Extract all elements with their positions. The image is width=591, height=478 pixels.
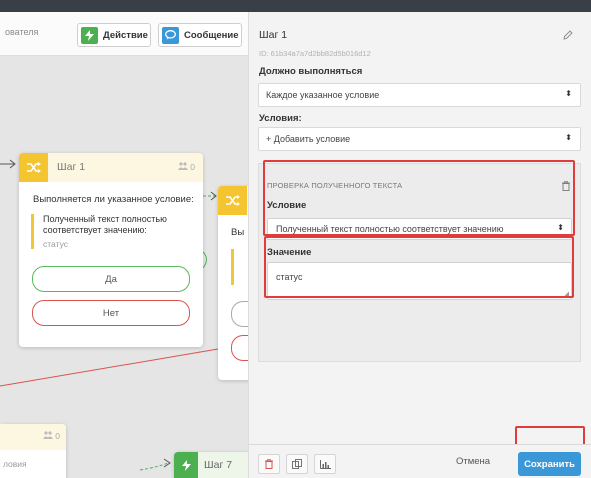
step-1-subscriber-count: 0: [177, 162, 195, 172]
shuffle-icon: [19, 153, 48, 182]
toolbar-search-text[interactable]: ователя: [5, 27, 38, 37]
step-card-bottom-left-text: ловия: [3, 459, 27, 469]
step-2-condition-bar: [231, 249, 234, 285]
must-execute-label: Должно выполняться: [259, 66, 363, 77]
no-branch-button[interactable]: Нет: [32, 300, 190, 326]
step-1-condition-value: статус: [43, 239, 68, 249]
step-1-question: Выполняется ли указанное условие:: [33, 194, 194, 205]
condition-type-select[interactable]: Полученный текст полностью соответствует…: [267, 218, 572, 240]
lightning-icon: [81, 26, 98, 44]
pencil-icon[interactable]: [563, 27, 573, 45]
users-icon: [177, 162, 188, 170]
subscriber-count: 0: [42, 431, 60, 441]
step-7-header: Шаг 7: [174, 452, 248, 478]
resize-grip-icon[interactable]: ◢: [564, 290, 569, 298]
add-condition-text: + Добавить условие: [266, 134, 351, 144]
step-1-header: Шаг 1 0: [19, 153, 203, 182]
step-2-yes-button[interactable]: [231, 301, 248, 327]
step-card-bottom-left[interactable]: 0 ловия: [0, 424, 66, 478]
lightning-icon: [174, 452, 198, 478]
value-textarea[interactable]: статус ◢: [267, 262, 572, 300]
flow-canvas[interactable]: ователя Действие Сообщение Шаг 1 0 Выпол…: [0, 12, 248, 478]
conditions-label: Условия:: [259, 113, 302, 124]
step-1-condition: Полученный текст полностью соответствует…: [31, 214, 193, 249]
bar-chart-icon: [319, 459, 331, 469]
shuffle-icon: [218, 186, 247, 215]
step-2-card[interactable]: Вы: [218, 186, 248, 380]
copy-icon: [292, 459, 302, 469]
add-message-button[interactable]: Сообщение: [158, 23, 242, 47]
select-arrows-icon: ⬍: [565, 133, 572, 142]
yes-branch-button[interactable]: Да: [32, 266, 190, 292]
copy-step-button[interactable]: [286, 454, 308, 474]
select-arrows-icon: ⬍: [565, 89, 572, 98]
step-1-condition-line-2: соответствует значению:: [43, 225, 147, 235]
step-2-no-button[interactable]: [231, 335, 248, 361]
trash-icon[interactable]: [562, 178, 570, 196]
step-settings-panel: Шаг 1 ID: 61b34a7a7d2bb82d5b016d12 Должн…: [248, 12, 591, 478]
step-card-bottom-left-header: 0: [0, 424, 66, 450]
step-2-question-fragment: Вы: [231, 227, 245, 238]
condition-type-label: Условие: [267, 200, 307, 211]
canvas-toolbar: ователя Действие Сообщение: [0, 12, 248, 56]
panel-footer: Отмена Сохранить: [249, 444, 591, 478]
condition-block-title: ПРОВЕРКА ПОЛУЧЕННОГО ТЕКСТА: [267, 181, 403, 190]
must-execute-value: Каждое указанное условие: [266, 90, 380, 100]
condition-block: ПРОВЕРКА ПОЛУЧЕННОГО ТЕКСТА Условие Полу…: [258, 163, 581, 362]
step-1-title: Шаг 1: [57, 161, 86, 173]
top-bar: [0, 0, 591, 12]
trash-icon: [265, 459, 273, 469]
value-text: статус: [276, 272, 303, 282]
add-message-label: Сообщение: [184, 29, 239, 41]
step-7-title: Шаг 7: [204, 459, 233, 471]
step-1-card[interactable]: Шаг 1 0 Выполняется ли указанное условие…: [19, 153, 203, 347]
users-icon: [42, 431, 53, 439]
step-2-header: [218, 186, 248, 215]
delete-step-button[interactable]: [258, 454, 280, 474]
step-id: ID: 61b34a7a7d2bb82d5b016d12: [259, 49, 371, 58]
step-1-condition-line-1: Полученный текст полностью: [43, 214, 167, 224]
panel-step-title[interactable]: Шаг 1: [259, 29, 287, 41]
value-label: Значение: [267, 247, 312, 258]
add-condition-select[interactable]: + Добавить условие ⬍: [258, 127, 581, 151]
add-action-label: Действие: [103, 29, 148, 41]
cancel-button[interactable]: Отмена: [456, 456, 490, 467]
stats-button[interactable]: [314, 454, 336, 474]
select-arrows-icon: ⬍: [557, 223, 564, 232]
chat-bubble-icon: [162, 26, 179, 44]
step-7-card[interactable]: Шаг 7: [174, 452, 248, 478]
condition-type-value: Полученный текст полностью соответствует…: [276, 224, 504, 234]
save-button[interactable]: Сохранить: [518, 452, 581, 476]
must-execute-select[interactable]: Каждое указанное условие ⬍: [258, 83, 581, 107]
add-action-button[interactable]: Действие: [77, 23, 151, 47]
